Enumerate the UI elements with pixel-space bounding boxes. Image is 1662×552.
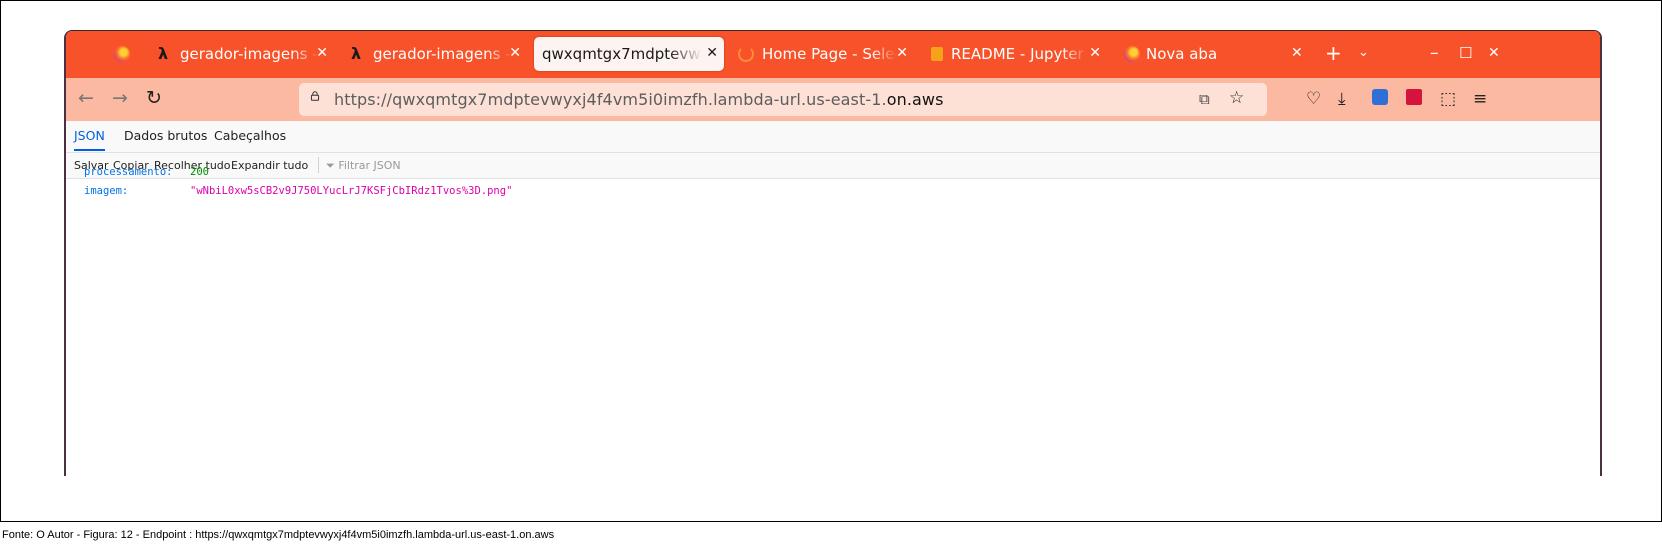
filter-json-input[interactable]: ⏷ Filtrar JSON — [326, 159, 401, 173]
lock-icon[interactable] — [309, 91, 321, 101]
tab-active-endpoint[interactable]: qwxqmtgx7mdptevwyxj4f4vm5i0imzfh ✕ — [534, 37, 724, 71]
tab-gerador-imagens-1[interactable]: λ gerador-imagens - Lambda ✕ — [154, 37, 334, 71]
filter-icon: ⏷ — [326, 159, 335, 172]
json-row-processamento[interactable]: processamento: — [84, 166, 173, 178]
forward-arrow-icon[interactable]: → — [112, 87, 128, 109]
tab-firefox-view[interactable] — [114, 37, 136, 71]
translate-icon[interactable]: ⧉ — [1199, 90, 1210, 108]
tab-json[interactable]: JSON — [74, 121, 105, 151]
tab-headers[interactable]: Cabeçalhos — [214, 121, 286, 151]
close-icon[interactable]: ✕ — [1291, 45, 1303, 61]
close-icon[interactable]: ✕ — [509, 45, 521, 61]
tab-title: Home Page - Select or create — [762, 45, 898, 63]
tab-title: gerador-imagens - Lambda — [373, 45, 513, 63]
lambda-icon: λ — [351, 44, 362, 63]
bookmark-star-icon[interactable]: ☆ — [1229, 88, 1244, 108]
toolbar-divider — [318, 157, 319, 173]
download-icon[interactable]: ⤓ — [1338, 89, 1346, 109]
maximize-icon[interactable]: ☐ — [1459, 44, 1472, 62]
url-domain: on.aws — [886, 90, 944, 109]
json-row-imagem[interactable]: imagem: — [84, 185, 128, 197]
tab-bar: λ gerador-imagens - Lambda ✕ λ gerador-i… — [66, 31, 1600, 78]
firefox-icon — [114, 46, 130, 62]
extension-red-icon[interactable] — [1406, 89, 1422, 105]
close-icon[interactable]: ✕ — [1089, 45, 1101, 61]
menu-icon[interactable]: ≡ — [1473, 89, 1487, 109]
json-viewer-tabs: JSON Dados brutos Cabeçalhos — [66, 121, 1600, 153]
browser-window: λ gerador-imagens - Lambda ✕ λ gerador-i… — [64, 30, 1602, 476]
json-value-imagem: "wNbiL0xw5sCB2v9J750LYucLrJ7KSFjCbIRdz1T… — [190, 185, 512, 197]
extensions-puzzle-icon[interactable]: ⬚ — [1440, 89, 1456, 109]
tab-raw-data[interactable]: Dados brutos — [124, 121, 207, 151]
back-arrow-icon[interactable]: ← — [78, 87, 94, 109]
filter-placeholder: Filtrar JSON — [338, 159, 401, 172]
figure-caption: Fonte: O Autor - Figura: 12 - Endpoint :… — [2, 529, 555, 541]
loading-spinner-icon — [738, 46, 754, 62]
url-text[interactable]: https://qwxqmtgx7mdptevwyxj4f4vm5i0imzfh… — [334, 90, 944, 109]
pocket-icon[interactable]: ♡ — [1306, 89, 1321, 109]
lambda-icon: λ — [158, 44, 169, 63]
minimize-icon[interactable]: – — [1430, 43, 1439, 63]
navigation-bar: ← → ↻ https://qwxqmtgx7mdptevwyxj4f4vm5i… — [66, 78, 1600, 121]
translator-extension-icon[interactable] — [1372, 89, 1388, 105]
close-icon[interactable]: ✕ — [706, 45, 718, 61]
json-value-processamento: 200 — [190, 166, 209, 178]
json-number-value: 200 — [190, 166, 209, 178]
close-icon[interactable]: ✕ — [896, 45, 908, 61]
url-prefix: https://qwxqmtgx7mdptevwyxj4f4vm5i0imzfh… — [334, 90, 887, 109]
new-tab-plus-icon[interactable]: + — [1325, 41, 1342, 65]
json-key: processamento: — [84, 166, 173, 178]
expand-all-button[interactable]: Expandir tudo — [231, 159, 308, 172]
close-window-icon[interactable]: ✕ — [1488, 45, 1500, 61]
tab-title: README - Jupyter Notebook — [951, 45, 1089, 63]
tab-title: gerador-imagens - Lambda — [180, 45, 320, 63]
tab-title: Nova aba — [1146, 45, 1218, 63]
json-toolbar: Salvar Copiar Recolher tudo Expandir tud… — [66, 153, 1600, 179]
tab-gerador-imagens-2[interactable]: λ gerador-imagens - Lambda ✕ — [347, 37, 527, 71]
jupyter-icon — [931, 47, 943, 61]
firefox-icon — [1124, 46, 1140, 62]
reload-icon[interactable]: ↻ — [146, 87, 162, 109]
tab-readme-jupyter[interactable]: README - Jupyter Notebook ✕ — [927, 37, 1107, 71]
tab-nova-aba[interactable]: Nova aba — [1120, 37, 1310, 71]
json-key: imagem: — [84, 185, 129, 197]
chevron-down-icon[interactable]: ⌄ — [1358, 45, 1369, 60]
tab-title: qwxqmtgx7mdptevwyxj4f4vm5i0imzfh — [542, 45, 702, 63]
tab-home-page[interactable]: Home Page - Select or create ✕ — [734, 37, 914, 71]
json-string-value: "wNbiL0xw5sCB2v9J750LYucLrJ7KSFjCbIRdz1T… — [190, 185, 513, 197]
url-bar[interactable]: https://qwxqmtgx7mdptevwyxj4f4vm5i0imzfh… — [299, 83, 1267, 116]
close-icon[interactable]: ✕ — [316, 45, 328, 61]
